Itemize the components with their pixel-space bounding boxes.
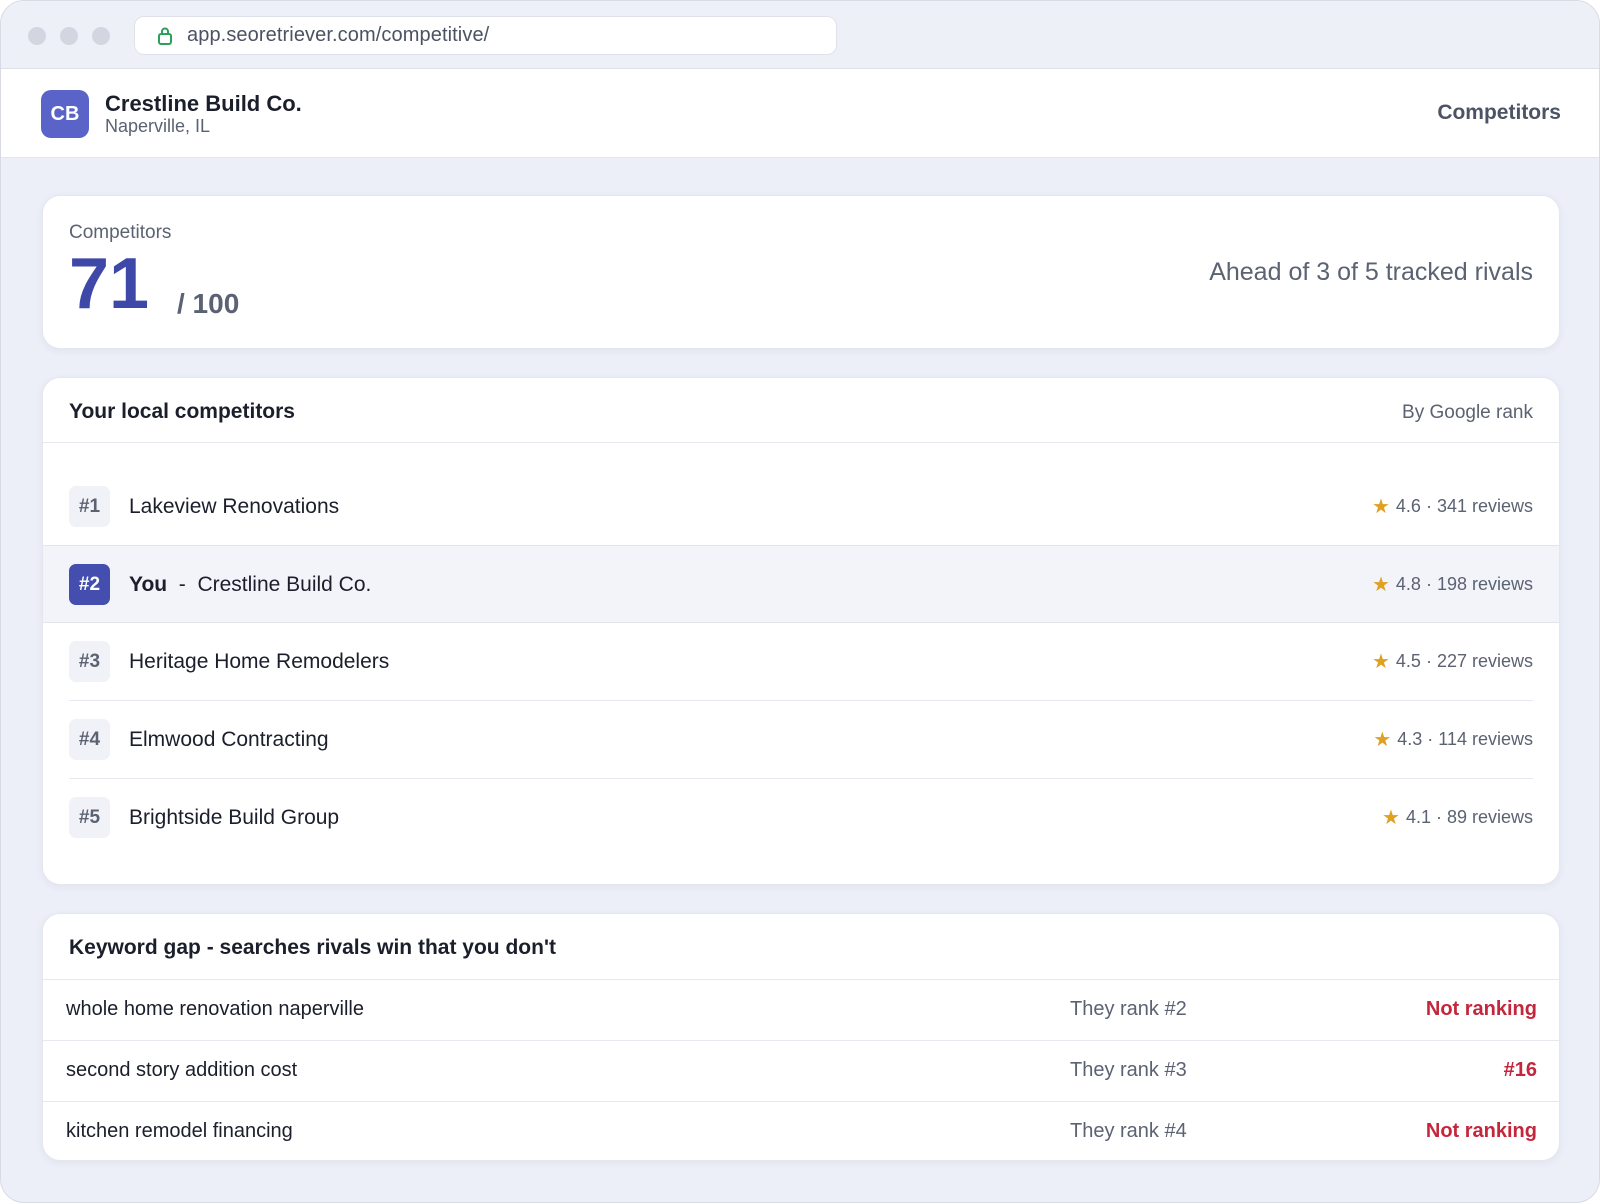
competitor-name: Heritage Home Remodelers	[129, 650, 390, 673]
rating-text: 4.8 · 198 reviews	[1395, 574, 1533, 594]
competitor-rating: ★ 4.5 · 227 reviews	[1372, 651, 1533, 672]
score-max: / 100	[177, 288, 240, 319]
rank-badge: #3	[69, 641, 110, 682]
rating-text: 4.3 · 114 reviews	[1397, 729, 1533, 749]
keyword-text: whole home renovation naperville	[66, 998, 364, 1020]
lock-icon	[157, 26, 173, 46]
competitor-row-you[interactable]: #2 You - Crestline Build Co. ★ 4.8 · 198…	[43, 545, 1559, 623]
app-header: CB Crestline Build Co. Naperville, IL Co…	[1, 69, 1599, 158]
keyword-gap-row[interactable]: kitchen remodel financing They rank #4 N…	[43, 1101, 1559, 1162]
business-name: Crestline Build Co.	[105, 91, 302, 116]
window-maximize-dot[interactable]	[92, 27, 110, 45]
business-avatar: CB	[41, 90, 89, 138]
competitor-name: Elmwood Contracting	[129, 728, 329, 751]
competitors-title: Your local competitors	[69, 400, 295, 423]
rank-badge: #2	[69, 564, 110, 605]
nav-competitors[interactable]: Competitors	[1437, 101, 1561, 125]
rating-text: 4.1 · 89 reviews	[1405, 807, 1533, 827]
keyword-text: second story addition cost	[66, 1059, 298, 1081]
keyword-gap-row[interactable]: whole home renovation naperville They ra…	[43, 979, 1559, 1040]
rating-text: 4.5 · 227 reviews	[1395, 651, 1533, 671]
competitor-name: Lakeview Renovations	[129, 495, 340, 518]
rank-badge: #4	[69, 719, 110, 760]
competitor-row[interactable]: #4 Elmwood Contracting ★ 4.3 · 114 revie…	[43, 701, 1559, 779]
address-bar[interactable]: app.seoretriever.com/competitive/	[134, 16, 837, 55]
url-text[interactable]: app.seoretriever.com/competitive/	[187, 24, 489, 47]
divider	[43, 442, 1559, 443]
star-icon: ★	[1371, 650, 1390, 673]
rank-badge: #1	[69, 486, 110, 527]
score-summary: Ahead of 3 of 5 tracked rivals	[1209, 258, 1533, 286]
star-icon: ★	[1371, 495, 1390, 518]
browser-titlebar: app.seoretriever.com/competitive/	[1, 1, 1599, 69]
competitor-rating: ★ 4.3 · 114 reviews	[1373, 729, 1533, 750]
score-label: Competitors	[69, 222, 172, 243]
star-icon: ★	[1382, 806, 1400, 829]
competitor-rating: ★ 4.6 · 341 reviews	[1372, 496, 1533, 517]
competitor-name: Brightside Build Group	[129, 806, 340, 829]
rank-badge: #5	[69, 797, 110, 838]
own-business-name: Crestline Build Co.	[197, 573, 372, 596]
star-icon: ★	[1371, 573, 1390, 596]
rating-text: 4.6 · 341 reviews	[1395, 496, 1533, 516]
competitors-card: Your local competitors By Google rank #1…	[42, 377, 1560, 885]
rival-rank: They rank #4	[1070, 1120, 1187, 1142]
window-minimize-dot[interactable]	[60, 27, 78, 45]
keyword-text: kitchen remodel financing	[66, 1120, 293, 1142]
you-label: You	[129, 573, 168, 596]
your-rank: #16	[1503, 1059, 1537, 1081]
rival-rank: They rank #3	[1070, 1059, 1187, 1081]
star-icon: ★	[1373, 728, 1392, 751]
browser-window: app.seoretriever.com/competitive/ CB Cre…	[0, 0, 1600, 1203]
business-location: Naperville, IL	[105, 116, 211, 136]
your-rank: Not ranking	[1425, 1120, 1537, 1142]
name-dash: -	[178, 573, 186, 596]
competitor-score-card: Competitors 71 / 100 Ahead of 3 of 5 tra…	[42, 195, 1560, 349]
sort-label[interactable]: By Google rank	[1402, 402, 1533, 424]
competitor-row[interactable]: #1 Lakeview Renovations ★ 4.6 · 341 revi…	[43, 468, 1559, 546]
competitor-row[interactable]: #3 Heritage Home Remodelers ★ 4.5 · 227 …	[43, 623, 1559, 701]
competitor-row[interactable]: #5 Brightside Build Group ★ 4.1 · 89 rev…	[43, 779, 1559, 857]
keyword-gap-row[interactable]: second story addition cost They rank #3 …	[43, 1040, 1559, 1101]
rival-rank: They rank #2	[1070, 998, 1187, 1020]
competitor-name: You - Crestline Build Co.	[129, 573, 371, 597]
your-rank: Not ranking	[1425, 998, 1537, 1020]
keyword-gap-card: Keyword gap - searches rivals win that y…	[42, 913, 1560, 1161]
score-value: 71	[69, 244, 150, 324]
competitor-rating: ★ 4.1 · 89 reviews	[1382, 807, 1533, 828]
competitor-rating: ★ 4.8 · 198 reviews	[1372, 574, 1533, 595]
keyword-gap-title: Keyword gap - searches rivals win that y…	[69, 936, 556, 959]
window-close-dot[interactable]	[28, 27, 46, 45]
